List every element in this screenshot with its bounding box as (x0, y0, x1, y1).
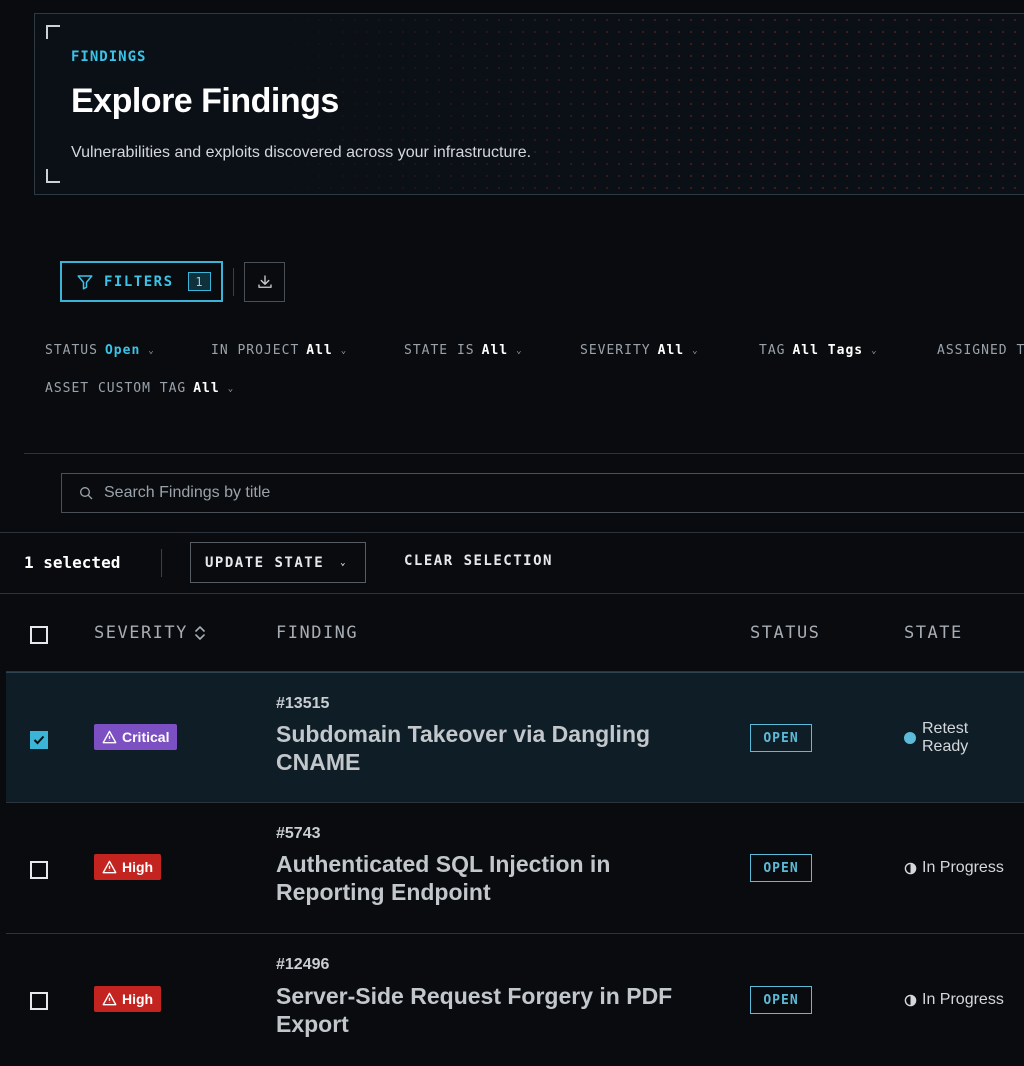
filter-chip-label: ASSIGNED T (937, 343, 1024, 358)
half-circle-icon (904, 862, 917, 875)
page-title: Explore Findings (71, 82, 339, 120)
filter-funnel-icon (76, 273, 94, 291)
state-indicator: Retest Ready (904, 720, 992, 756)
finding-title-link[interactable]: Server-Side Request Forgery in PDF Expor… (276, 982, 696, 1038)
search-icon (78, 485, 94, 501)
filter-chip-label: IN PROJECT (211, 343, 300, 358)
divider (0, 593, 1024, 594)
filter-chip-value: All Tags (792, 343, 864, 358)
severity-label: Critical (122, 729, 170, 745)
filter-chip-status[interactable]: STATUS Open ⌄ (45, 343, 155, 358)
table-row[interactable]: High #12496 Server-Side Request Forgery … (6, 935, 1024, 1066)
filter-chip-in-project[interactable]: IN PROJECT All ⌄ (211, 343, 347, 358)
state-label: Retest Ready (922, 720, 969, 755)
search-box[interactable] (61, 473, 1024, 513)
severity-badge: High (94, 986, 162, 1012)
severity-label: High (122, 859, 154, 875)
filter-chip-tag[interactable]: TAG All Tags ⌄ (759, 343, 878, 358)
status-badge: OPEN (750, 986, 812, 1014)
chevron-down-icon: ⌄ (340, 557, 348, 568)
state-label: In Progress (922, 991, 1004, 1008)
filter-chip-value: All (481, 343, 509, 358)
selected-count: 1 selected (24, 553, 121, 572)
finding-title-link[interactable]: Authenticated SQL Injection in Reporting… (276, 850, 696, 906)
filter-chip-value: All (657, 343, 685, 358)
corner-bracket-bottom-left (46, 169, 60, 183)
update-state-label: UPDATE STATE (205, 554, 325, 571)
filter-chip-label: ASSET CUSTOM TAG (45, 381, 187, 396)
state-label: In Progress (922, 859, 1004, 876)
chevron-down-icon: ⌄ (340, 345, 348, 356)
finding-id: #13515 (276, 695, 330, 712)
filters-count-badge: 1 (187, 272, 211, 291)
filter-chip-label: STATE IS (404, 343, 475, 358)
row-checkbox[interactable] (30, 861, 48, 879)
divider (0, 532, 1024, 533)
finding-title-link[interactable]: Subdomain Takeover via Dangling CNAME (276, 720, 696, 776)
severity-badge: High (94, 854, 162, 880)
selection-divider (161, 549, 162, 577)
page-eyebrow: FINDINGS (71, 49, 147, 65)
filters-label: FILTERS (104, 273, 174, 290)
filter-chip-label: TAG (759, 343, 786, 358)
column-header-severity[interactable]: SEVERITY (94, 623, 206, 643)
filter-chip-label: SEVERITY (580, 343, 651, 358)
column-header-label: SEVERITY (94, 623, 188, 643)
filter-chip-value: All (306, 343, 333, 358)
chevron-down-icon: ⌄ (692, 345, 699, 356)
download-icon (256, 273, 274, 291)
corner-bracket-top-left (46, 25, 60, 39)
filter-chip-value: Open (104, 343, 141, 358)
divider (24, 453, 1024, 454)
finding-id: #12496 (276, 956, 330, 973)
chevron-down-icon: ⌄ (148, 345, 155, 356)
warning-triangle-icon (102, 992, 117, 1006)
filter-chip-value: All (193, 381, 220, 396)
severity-badge: Critical (94, 724, 178, 750)
table-row[interactable]: Critical #13515 Subdomain Takeover via D… (6, 672, 1024, 803)
sort-icon (194, 625, 206, 641)
chevron-down-icon: ⌄ (227, 383, 235, 394)
row-checkbox[interactable] (30, 731, 48, 749)
warning-triangle-icon (102, 730, 117, 744)
column-header-state: STATE (904, 623, 963, 643)
toolbar-divider (233, 268, 234, 296)
column-header-finding: FINDING (276, 623, 359, 643)
severity-label: High (122, 991, 154, 1007)
filters-button[interactable]: FILTERS 1 (60, 261, 223, 302)
table-row[interactable]: High #5743 Authenticated SQL Injection i… (6, 803, 1024, 934)
filter-chip-severity[interactable]: SEVERITY All ⌄ (580, 343, 699, 358)
finding-id: #5743 (276, 825, 321, 842)
state-indicator: In Progress (904, 859, 1004, 877)
warning-triangle-icon (102, 860, 117, 874)
row-checkbox[interactable] (30, 992, 48, 1010)
filter-chip-assigned[interactable]: ASSIGNED T (937, 343, 1024, 358)
search-input[interactable] (104, 484, 804, 502)
half-circle-icon (904, 994, 917, 1007)
download-button[interactable] (244, 262, 285, 302)
filter-chip-label: STATUS (45, 343, 98, 358)
chevron-down-icon: ⌄ (871, 345, 878, 356)
filter-chip-state[interactable]: STATE IS All ⌄ (404, 343, 523, 358)
status-badge: OPEN (750, 724, 812, 752)
column-header-status: STATUS (750, 623, 821, 643)
page-header-banner: FINDINGS Explore Findings Vulnerabilitie… (34, 13, 1024, 195)
page-subtitle: Vulnerabilities and exploits discovered … (71, 144, 532, 161)
dot-pattern-decoration (253, 14, 1024, 194)
status-badge: OPEN (750, 854, 812, 882)
filter-chip-asset-custom-tag[interactable]: ASSET CUSTOM TAG All ⌄ (45, 381, 234, 396)
filled-circle-icon (904, 732, 916, 744)
select-all-checkbox[interactable] (30, 626, 48, 644)
chevron-down-icon: ⌄ (516, 345, 523, 356)
state-indicator: In Progress (904, 991, 1004, 1009)
update-state-button[interactable]: UPDATE STATE ⌄ (190, 542, 366, 583)
clear-selection-button[interactable]: CLEAR SELECTION (404, 553, 553, 569)
